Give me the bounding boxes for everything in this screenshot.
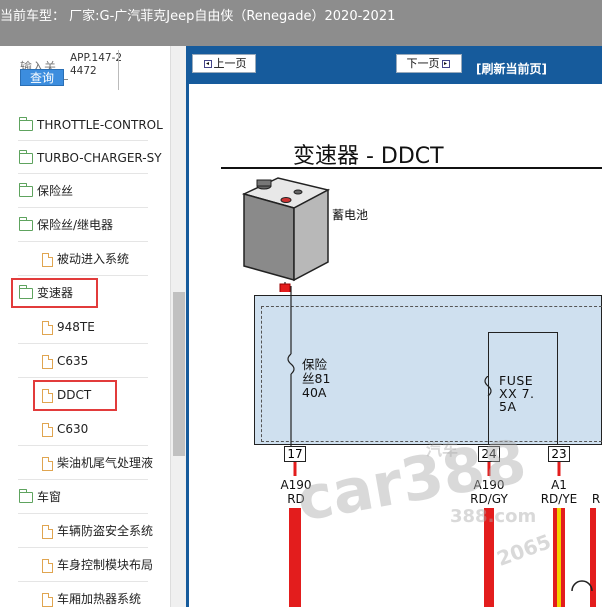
tree-folder-turbo-charger[interactable]: TURBO-CHARGER-SY <box>19 147 162 169</box>
divider <box>18 445 148 446</box>
divider <box>18 479 148 480</box>
highlight-box-ddct <box>33 380 117 411</box>
diagram-title: 变速器 - DDCT <box>293 144 444 169</box>
tree-item-label: 车辆防盗安全系统 <box>57 524 154 538</box>
divider <box>18 581 148 582</box>
folder-icon <box>19 117 33 131</box>
document-icon <box>42 592 53 607</box>
prev-page-label: 上一页 <box>213 57 247 70</box>
fuse-a-line: 丝81 <box>302 371 331 386</box>
tree-item-label: THROTTLE-CONTROL <box>37 118 163 132</box>
divider <box>18 173 148 174</box>
divider <box>18 140 148 141</box>
folder-icon <box>19 150 33 164</box>
divider <box>18 513 148 514</box>
tree-folder-fuse-relay[interactable]: 保险丝/继电器 <box>19 214 113 236</box>
diagram-panel: ◂ 上一页 下一页 ▸ [刷新当前页] 变速器 - DDCT 蓄电池 保险 丝81 … <box>186 46 602 607</box>
tree-item-label: 保险丝/继电器 <box>37 218 114 232</box>
tree-item-label: 车窗 <box>37 490 62 504</box>
divider <box>18 377 148 378</box>
divider <box>18 343 148 344</box>
document-icon <box>42 320 53 335</box>
page-toolbar: ◂ 上一页 下一页 ▸ [刷新当前页] <box>186 46 602 84</box>
tree-doc-anti-theft[interactable]: 车辆防盗安全系统 <box>42 520 153 542</box>
scrollbar-thumb[interactable] <box>173 292 185 456</box>
divider <box>18 241 148 242</box>
divider <box>18 275 148 276</box>
search-divider <box>118 50 119 90</box>
document-icon <box>42 524 53 539</box>
fuse-b-line: 5A <box>499 399 517 414</box>
tree-doc-cabin-heater[interactable]: 车厢加热器系统 <box>42 588 141 607</box>
tree-folder-throttle-control[interactable]: THROTTLE-CONTROL <box>19 114 163 136</box>
title-underline <box>221 167 602 169</box>
document-icon <box>42 252 53 267</box>
divider <box>18 207 148 208</box>
document-icon <box>42 558 53 573</box>
tree-doc-bcm-layout[interactable]: 车身控制模块布局 <box>42 554 153 576</box>
fuse-a-label: 保险 丝81 40A <box>302 358 330 400</box>
tree-item-label: 车身控制模块布局 <box>57 558 154 572</box>
battery-icon <box>241 177 331 292</box>
refresh-page-link[interactable]: [刷新当前页] <box>476 60 547 77</box>
divider <box>18 547 148 548</box>
tree-item-label: 柴油机尾气处理液 <box>57 456 154 470</box>
tree-item-label: 保险丝 <box>37 184 74 198</box>
document-icon <box>42 354 53 369</box>
next-page-button[interactable]: 下一页 ▸ <box>396 54 462 73</box>
battery-label: 蓄电池 <box>332 208 369 222</box>
tree-doc-passive-entry[interactable]: 被动进入系统 <box>42 248 129 270</box>
tree-doc-948te[interactable]: 948TE <box>42 316 95 338</box>
tree-doc-diesel-exhaust-fluid[interactable]: 柴油机尾气处理液 <box>42 452 153 474</box>
wires <box>289 462 596 607</box>
tree-item-label: 被动进入系统 <box>57 252 130 266</box>
tree-panel: 查询 APP.147-24472 THROTTLE-CONTROL TURBO-… <box>0 46 170 607</box>
document-icon <box>42 422 53 437</box>
folder-icon <box>19 489 33 503</box>
fuse-b-symbol <box>484 376 492 397</box>
tree-item-label: 车厢加热器系统 <box>57 592 142 606</box>
left-panel: 查询 APP.147-24472 THROTTLE-CONTROL TURBO-… <box>0 46 186 607</box>
title-bar: 当前车型： 厂家:G-广汽菲克Jeep自由侠（Renegade）2020-202… <box>0 0 602 46</box>
search-area: 查询 APP.147-24472 <box>0 46 170 104</box>
highlight-box-transmission <box>11 278 98 308</box>
document-icon <box>42 456 53 471</box>
current-vehicle-label: 当前车型： 厂家:G-广汽菲克Jeep自由侠（Renegade）2020-202… <box>0 9 396 24</box>
tree-folder-fuse[interactable]: 保险丝 <box>19 180 73 202</box>
fuse-a-line: 保险 <box>302 357 328 372</box>
fuse-b-label: FUSE XX 7. 5A <box>499 374 535 413</box>
search-button[interactable]: 查询 <box>20 69 64 86</box>
arrow-right-icon: ▸ <box>441 60 450 68</box>
arrow-left-icon: ◂ <box>203 60 212 68</box>
tree-folder-windows[interactable]: 车窗 <box>19 486 61 508</box>
next-page-label: 下一页 <box>406 57 440 70</box>
tree-scrollbar[interactable] <box>170 46 186 607</box>
fuse-a-line: 40A <box>302 385 327 400</box>
tree-item-label: C630 <box>57 422 89 436</box>
tree-item-label: C635 <box>57 354 89 368</box>
prev-page-button[interactable]: ◂ 上一页 <box>192 54 256 73</box>
tree-doc-c630[interactable]: C630 <box>42 418 88 440</box>
folder-icon <box>19 183 33 197</box>
tree-item-label: 948TE <box>57 320 95 334</box>
tree-item-label: TURBO-CHARGER-SY <box>37 151 162 165</box>
folder-icon <box>19 217 33 231</box>
tree-doc-c635[interactable]: C635 <box>42 350 88 372</box>
